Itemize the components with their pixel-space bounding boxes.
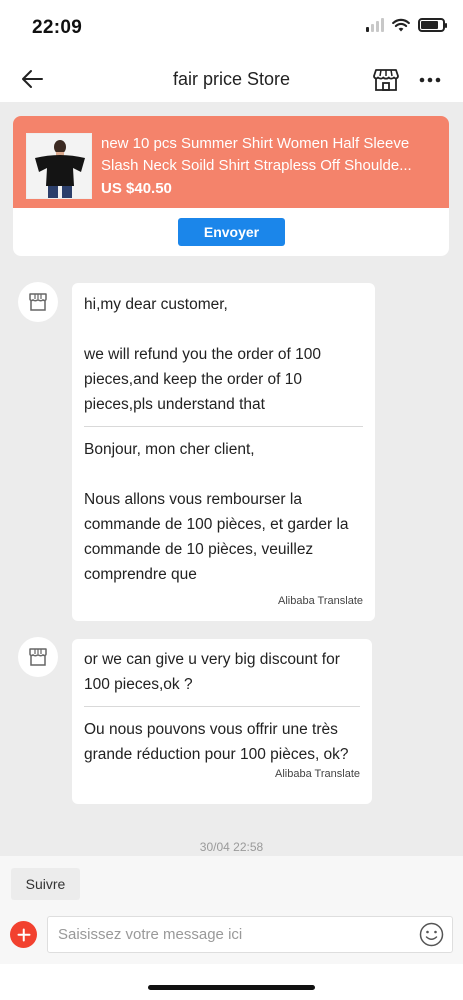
message-translated-text: Ou nous pouvons vous offrir une très gra…: [84, 721, 349, 763]
status-time: 22:09: [32, 17, 83, 38]
chat-header: fair price Store: [0, 56, 463, 102]
add-plus-icon[interactable]: [10, 921, 37, 948]
more-options-button[interactable]: [415, 64, 445, 94]
translate-attribution: Alibaba Translate: [278, 595, 363, 607]
status-bar: 22:09: [0, 0, 463, 56]
more-dots-icon: [419, 77, 441, 83]
emoji-button[interactable]: [419, 922, 444, 947]
message-bubble[interactable]: or we can give u very big discount for 1…: [72, 639, 372, 804]
store-avatar[interactable]: [18, 637, 58, 677]
home-indicator[interactable]: [148, 985, 315, 990]
message-composer: [0, 908, 463, 964]
product-price: US $40.50: [101, 180, 172, 197]
message-original-text: hi,my dear customer, we will refund you …: [84, 296, 321, 413]
wifi-icon: [392, 18, 410, 32]
chat-timestamp: 30/04 22:58: [199, 840, 264, 854]
quick-actions-bar: Suivre: [0, 856, 463, 908]
product-thumbnail[interactable]: [26, 133, 92, 199]
store-button[interactable]: [371, 64, 401, 94]
battery-icon: [418, 18, 447, 32]
status-icons: [366, 18, 447, 32]
storefront-icon: [373, 69, 399, 91]
message-bubble[interactable]: hi,my dear customer, we will refund you …: [72, 283, 375, 621]
store-avatar-icon: [29, 293, 47, 311]
message-translated-text: Bonjour, mon cher client, Nous allons vo…: [84, 441, 349, 583]
translate-attribution: Alibaba Translate: [275, 768, 360, 780]
message-original-text: or we can give u very big discount for 1…: [84, 651, 340, 693]
translation-divider: [84, 426, 363, 427]
home-indicator-area: [0, 964, 463, 1000]
product-card[interactable]: new 10 pcs Summer Shirt Women Half Sleev…: [13, 116, 449, 256]
store-avatar-icon: [29, 648, 47, 666]
cellular-signal-icon: [366, 18, 384, 32]
follow-button[interactable]: Suivre: [11, 868, 80, 900]
battery-fill: [421, 21, 438, 29]
send-product-button[interactable]: Envoyer: [178, 218, 285, 246]
product-thumbnail-image: [27, 134, 91, 198]
product-banner[interactable]: new 10 pcs Summer Shirt Women Half Sleev…: [13, 116, 449, 208]
message-input[interactable]: [47, 916, 453, 953]
translation-divider: [84, 706, 360, 707]
store-avatar[interactable]: [18, 282, 58, 322]
chat-area[interactable]: new 10 pcs Summer Shirt Women Half Sleev…: [0, 102, 463, 856]
emoji-smile-icon: [419, 922, 444, 947]
product-title[interactable]: new 10 pcs Summer Shirt Women Half Sleev…: [101, 133, 439, 177]
